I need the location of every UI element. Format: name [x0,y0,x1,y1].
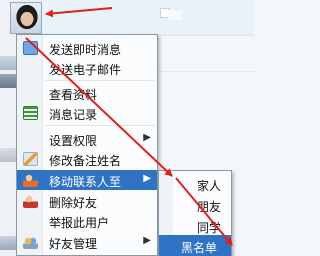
submenu-item-blacklist[interactable]: 黑名单 [159,235,231,256]
menu-item-send-instant-message[interactable]: 发送即时消息 [17,38,157,58]
submenu-item-classmates[interactable]: 同学 [159,215,231,236]
contact-avatar[interactable] [0,148,17,162]
chat-icon [23,41,38,55]
submenu-item-label: 家人 [197,179,222,193]
move-contact-submenu: 家人 朋友 同学 黑名单 [158,170,232,256]
menu-item-label: 举报此用户 [49,216,110,230]
contact-avatar[interactable] [0,56,17,70]
menu-item-send-email[interactable]: 发送电子邮件 [17,58,157,78]
selected-contact-avatar[interactable] [10,2,42,34]
menu-item-delete-friend[interactable]: 删除好友 [17,191,157,211]
list-icon [23,106,38,120]
menu-item-report-user[interactable]: 举报此用户 [17,211,157,231]
contact-context-menu: 发送即时消息 发送电子邮件 查看资料 消息记录 设置权限 ▶ 修改备注姓名 移动… [16,34,158,256]
contact-avatar[interactable] [0,74,17,88]
menu-item-label: 修改备注姓名 [49,154,122,168]
status-icon [168,10,182,20]
submenu-arrow-icon: ▶ [143,132,151,143]
submenu-item-label: 朋友 [197,200,222,214]
manage-contacts-icon [23,235,38,249]
menu-item-label: 发送电子邮件 [49,63,122,77]
menu-separator [45,80,155,81]
menu-item-friend-management[interactable]: 好友管理 ▶ [17,232,157,252]
delete-contact-icon [23,194,38,208]
menu-item-message-history[interactable]: 消息记录 [17,103,157,123]
menu-item-label: 删除好友 [49,196,98,210]
menu-item-label: 消息记录 [49,108,98,122]
edit-icon [23,152,38,166]
menu-item-set-permissions[interactable]: 设置权限 ▶ [17,129,157,149]
submenu-arrow-icon: ▶ [143,235,151,246]
submenu-item-label: 黑名单 [181,241,218,255]
menu-item-label: 好友管理 [49,237,98,251]
submenu-item-friends[interactable]: 朋友 [159,194,231,215]
menu-item-edit-remark-name[interactable]: 修改备注姓名 [17,149,157,169]
menu-item-label: 移动联系人至 [49,175,122,189]
menu-item-move-contact-to[interactable]: 移动联系人至 ▶ [17,170,157,190]
menu-item-label: 设置权限 [49,134,98,148]
menu-separator [45,125,155,126]
menu-item-label: 发送即时消息 [49,43,122,57]
menu-item-view-profile[interactable]: 查看资料 [17,83,157,103]
submenu-item-label: 同学 [197,221,222,235]
move-contact-icon [23,173,38,187]
menu-item-label: 查看资料 [49,88,98,102]
submenu-item-family[interactable]: 家人 [159,173,231,194]
submenu-arrow-icon: ▶ [143,173,151,184]
contact-avatar[interactable] [0,236,17,250]
contact-row-selected[interactable] [16,0,254,36]
